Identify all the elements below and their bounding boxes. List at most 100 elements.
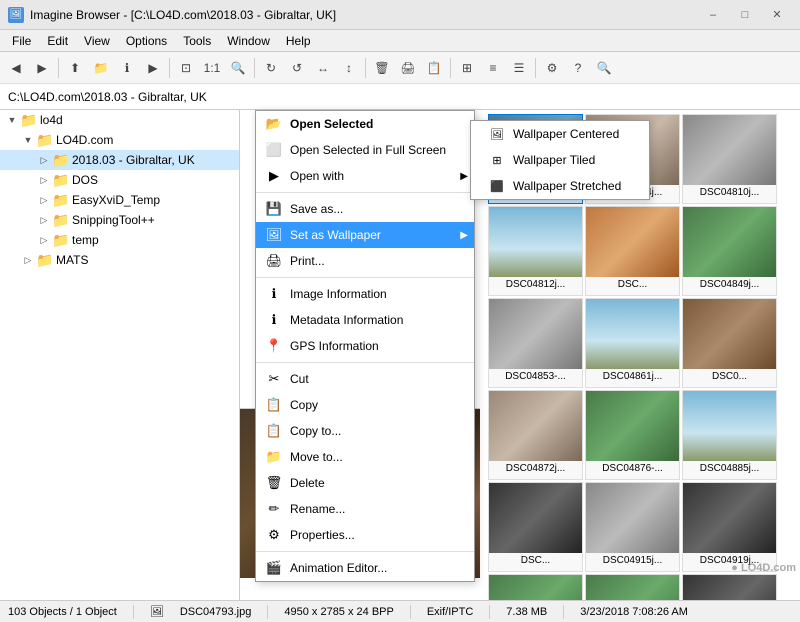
tb-rotate-ccw[interactable]: ↺ <box>285 56 309 80</box>
sidebar-item-easyxvid[interactable]: ▷ 📁 EasyXviD_Temp <box>0 190 239 210</box>
toggle-gibraltar[interactable]: ▷ <box>36 152 52 168</box>
tb-list[interactable]: ≡ <box>481 56 505 80</box>
metadata-info-icon: ℹ <box>264 312 284 328</box>
tb-forward[interactable]: ▶ <box>30 56 54 80</box>
tb-zoom-fit[interactable]: ⊡ <box>174 56 198 80</box>
close-button[interactable]: ✕ <box>762 5 792 25</box>
cm-copy-to[interactable]: 📋 Copy to... <box>256 418 474 444</box>
sidebar-item-gibraltar[interactable]: ▷ 📁 2018.03 - Gibraltar, UK <box>0 150 239 170</box>
tb-thumbs[interactable]: ⊞ <box>455 56 479 80</box>
tb-zoom-1[interactable]: 1:1 <box>200 56 224 80</box>
tb-copy[interactable]: 📋 <box>422 56 446 80</box>
toggle-easyxvid[interactable]: ▷ <box>36 192 52 208</box>
sub-wallpaper-centered[interactable]: 🖼 Wallpaper Centered <box>471 121 649 147</box>
cm-set-wallpaper[interactable]: 🖼 Set as Wallpaper ▶ <box>256 222 474 248</box>
cm-open-fullscreen[interactable]: ⬜ Open Selected in Full Screen <box>256 137 474 163</box>
cm-metadata-info[interactable]: ℹ Metadata Information <box>256 307 474 333</box>
menu-view[interactable]: View <box>76 32 118 50</box>
thumb-item[interactable]: DSC... <box>585 206 680 296</box>
cm-save-as[interactable]: 💾 Save as... <box>256 196 474 222</box>
thumb-item[interactable]: DSC04921j... <box>488 574 583 600</box>
copy-to-icon: 📋 <box>264 423 284 439</box>
thumb-item[interactable]: DSC04872j... <box>488 390 583 480</box>
tb-rotate-cw[interactable]: ↻ <box>259 56 283 80</box>
tb-slideshow[interactable]: ▶ <box>141 56 165 80</box>
cm-animation-editor[interactable]: 🎬 Animation Editor... <box>256 555 474 581</box>
tb-settings[interactable]: ⚙ <box>540 56 564 80</box>
cm-rename[interactable]: ✏ Rename... <box>256 496 474 522</box>
thumb-label: DSC... <box>616 277 649 293</box>
tb-print[interactable]: 🖨 <box>396 56 420 80</box>
thumb-item[interactable]: DSC04861j... <box>585 298 680 388</box>
cm-gps-info[interactable]: 📍 GPS Information <box>256 333 474 359</box>
thumb-item[interactable]: DSC04853-... <box>488 298 583 388</box>
thumb-item[interactable]: DSC... <box>682 574 777 600</box>
cm-move-to-label: Move to... <box>290 450 343 464</box>
tb-flip-v[interactable]: ↕ <box>337 56 361 80</box>
tb-folder[interactable]: 📁 <box>89 56 113 80</box>
menu-window[interactable]: Window <box>219 32 278 50</box>
toggle-lo4d[interactable]: ▼ <box>4 112 20 128</box>
cm-copy-to-label: Copy to... <box>290 424 341 438</box>
menu-tools[interactable]: Tools <box>175 32 219 50</box>
tb-sep-1 <box>58 58 59 78</box>
thumb-item[interactable]: DSC04812j... <box>488 206 583 296</box>
cm-print[interactable]: 🖨 Print... <box>256 248 474 274</box>
cm-delete[interactable]: 🗑 Delete <box>256 470 474 496</box>
minimize-button[interactable]: – <box>698 5 728 25</box>
thumb-item[interactable]: DSC04810j... <box>682 114 777 204</box>
toggle-dos[interactable]: ▷ <box>36 172 52 188</box>
sidebar: ▼ 📁 lo4d ▼ 📁 LO4D.com ▷ 📁 2018.03 - Gibr… <box>0 110 240 600</box>
toggle-snipping[interactable]: ▷ <box>36 212 52 228</box>
sidebar-item-lo4d[interactable]: ▼ 📁 lo4d <box>0 110 239 130</box>
thumb-image <box>683 575 776 600</box>
menu-help[interactable]: Help <box>278 32 319 50</box>
sidebar-label-lo4d: lo4d <box>40 113 63 127</box>
tb-help[interactable]: ? <box>566 56 590 80</box>
menu-edit[interactable]: Edit <box>39 32 76 50</box>
menu-options[interactable]: Options <box>118 32 175 50</box>
sidebar-item-mats[interactable]: ▷ 📁 MATS <box>0 250 239 270</box>
sub-wallpaper-stretched[interactable]: ⬛ Wallpaper Stretched <box>471 173 649 199</box>
toggle-temp[interactable]: ▷ <box>36 232 52 248</box>
sidebar-item-dos[interactable]: ▷ 📁 DOS <box>0 170 239 190</box>
cm-image-info[interactable]: ℹ Image Information <box>256 281 474 307</box>
tb-flip-h[interactable]: ↔ <box>311 56 335 80</box>
tb-delete[interactable]: 🗑 <box>370 56 394 80</box>
sub-wallpaper-tiled[interactable]: ⊞ Wallpaper Tiled <box>471 147 649 173</box>
sidebar-item-temp[interactable]: ▷ 📁 temp <box>0 230 239 250</box>
thumb-image <box>489 391 582 461</box>
thumb-item[interactable]: DSC04849j... <box>682 206 777 296</box>
cm-open-selected[interactable]: 📂 Open Selected <box>256 111 474 137</box>
thumb-item[interactable]: DSC... <box>585 574 680 600</box>
toggle-lo4dcom[interactable]: ▼ <box>20 132 36 148</box>
thumb-item[interactable]: DSC... <box>488 482 583 572</box>
sidebar-item-snipping[interactable]: ▷ 📁 SnippingTool++ <box>0 210 239 230</box>
tb-zoom-in[interactable]: 🔍 <box>226 56 250 80</box>
thumb-item[interactable]: DSC04885j... <box>682 390 777 480</box>
thumb-item[interactable]: DSC04876-... <box>585 390 680 480</box>
sidebar-label-dos: DOS <box>72 173 98 187</box>
tb-back[interactable]: ◀ <box>4 56 28 80</box>
thumb-image <box>489 575 582 600</box>
thumb-label: DSC04915j... <box>601 553 664 569</box>
sidebar-item-lo4dcom[interactable]: ▼ 📁 LO4D.com <box>0 130 239 150</box>
cm-open-with[interactable]: ▶ Open with ▶ <box>256 163 474 189</box>
folder-icon-snipping: 📁 <box>52 212 68 228</box>
toggle-mats[interactable]: ▷ <box>20 252 36 268</box>
menu-file[interactable]: File <box>4 32 39 50</box>
tb-search[interactable]: 🔍 <box>592 56 616 80</box>
address-text: C:\LO4D.com\2018.03 - Gibraltar, UK <box>8 90 792 104</box>
thumb-item[interactable]: DSC04919j... <box>682 482 777 572</box>
thumb-item[interactable]: DSC0... <box>682 298 777 388</box>
thumb-item[interactable]: DSC04915j... <box>585 482 680 572</box>
tb-details[interactable]: ☰ <box>507 56 531 80</box>
tb-info[interactable]: ℹ <box>115 56 139 80</box>
cm-move-to[interactable]: 📁 Move to... <box>256 444 474 470</box>
tb-up[interactable]: ⬆ <box>63 56 87 80</box>
cm-properties[interactable]: ⚙ Properties... <box>256 522 474 548</box>
cm-cut[interactable]: ✂ Cut <box>256 366 474 392</box>
cm-copy[interactable]: 📋 Copy <box>256 392 474 418</box>
maximize-button[interactable]: □ <box>730 5 760 25</box>
cm-open-fullscreen-label: Open Selected in Full Screen <box>290 143 446 157</box>
